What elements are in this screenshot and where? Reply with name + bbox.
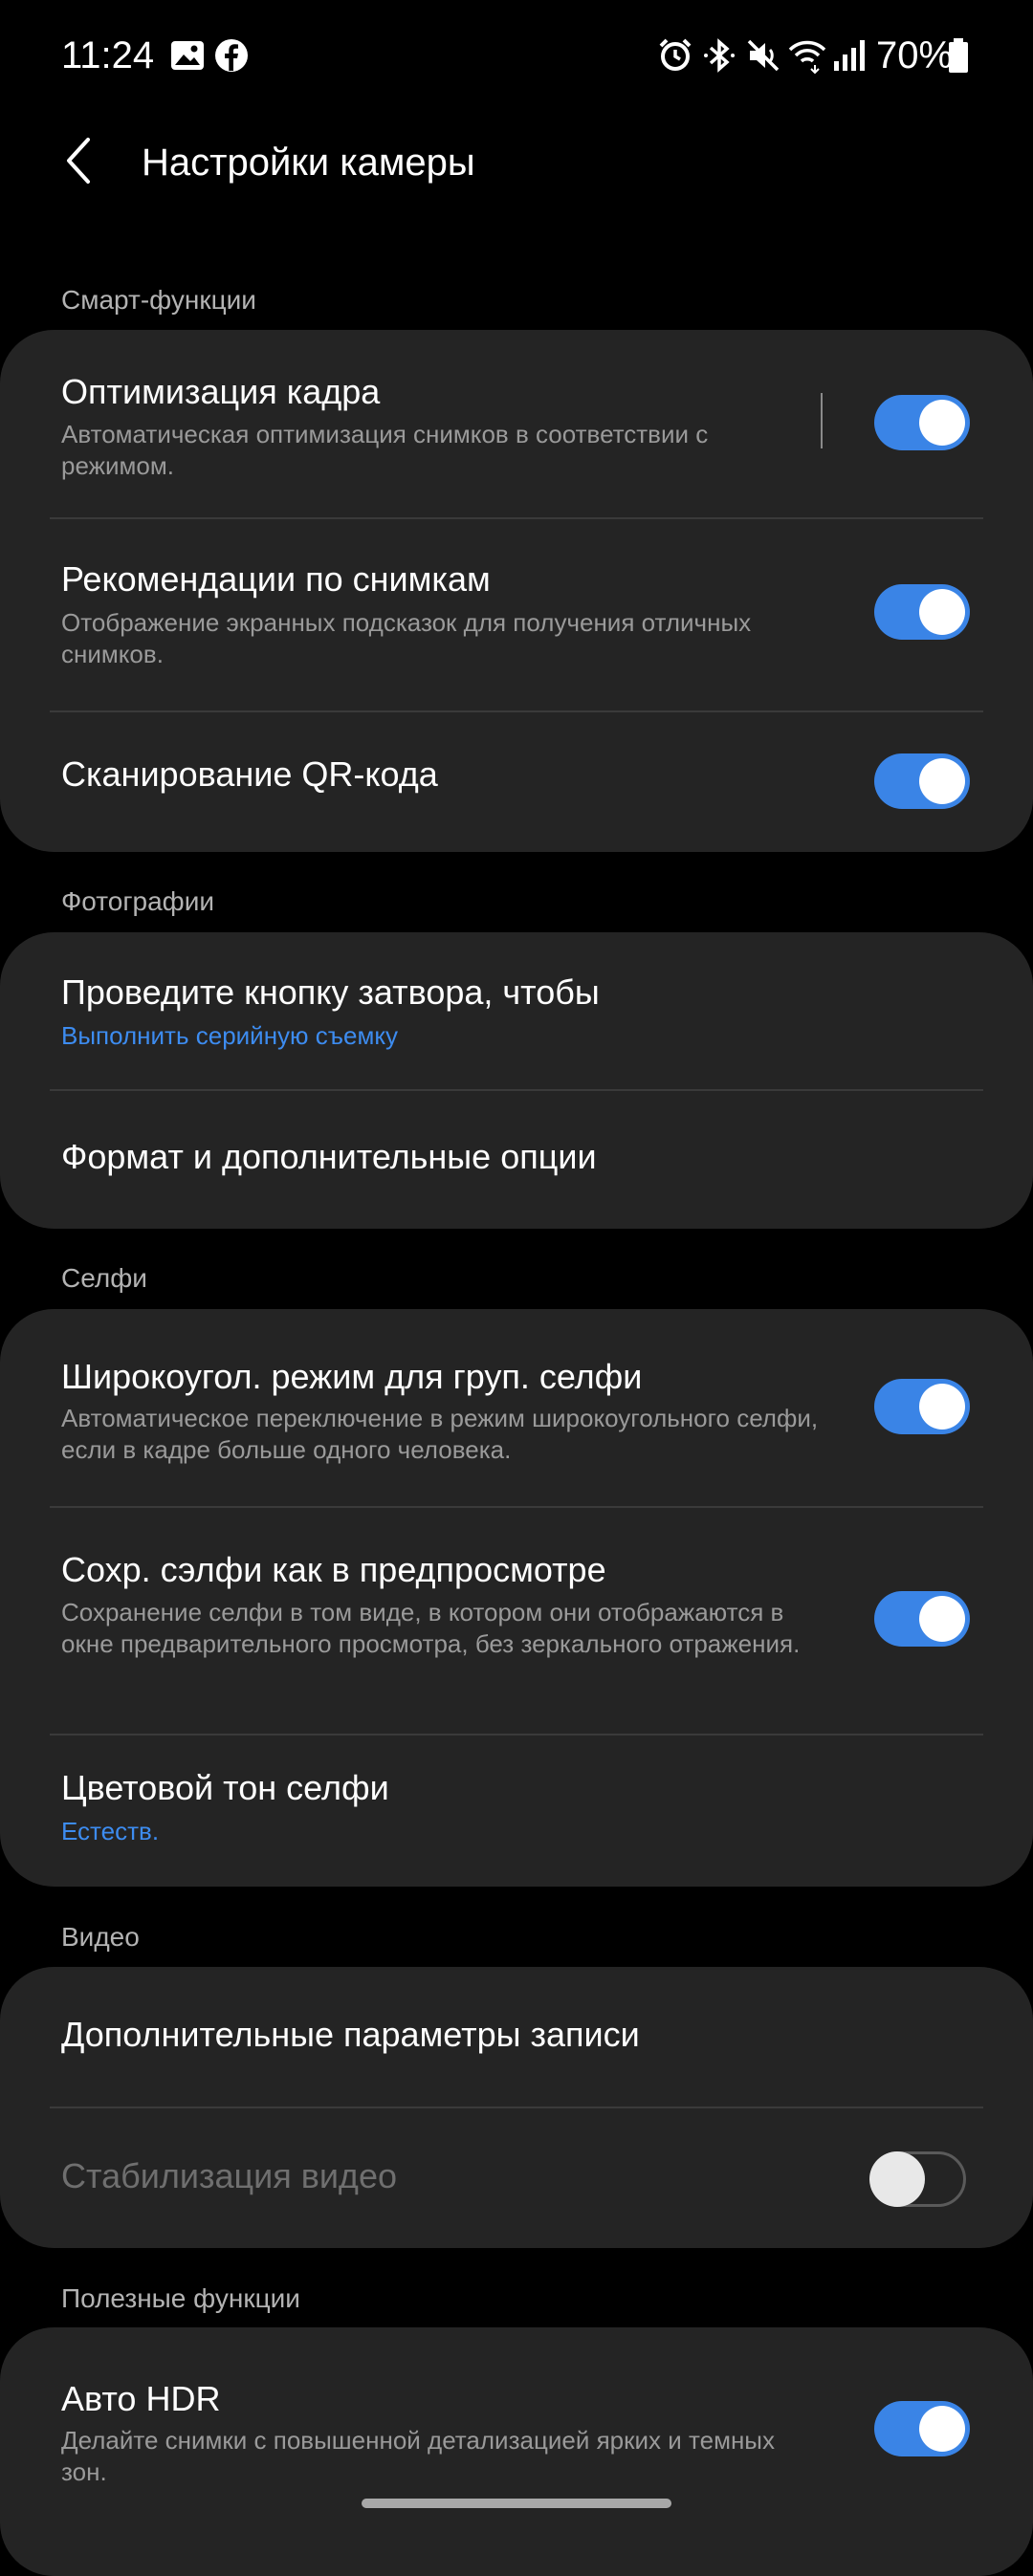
setting-title: Проведите кнопку затвора, чтобы <box>61 972 600 1012</box>
setting-selfie-tone[interactable]: Цветовой тон селфи Естеств. <box>0 1736 1033 1887</box>
section-label-selfie: Селфи <box>61 1263 147 1293</box>
setting-title: Формат и дополнительные опции <box>61 1137 597 1176</box>
signal-icon <box>834 40 865 71</box>
setting-subtitle: Отображение экранных подсказок для получ… <box>61 608 752 668</box>
setting-format-options[interactable]: Формат и дополнительные опции <box>0 1091 1033 1229</box>
setting-title: Цветовой тон селфи <box>61 1768 389 1807</box>
page-title: Настройки камеры <box>142 142 475 184</box>
save-as-preview-toggle[interactable] <box>874 1591 970 1647</box>
alarm-icon <box>659 38 692 71</box>
card-smart-features: Оптимизация кадра Автоматическая оптимиз… <box>0 330 1033 852</box>
video-stabilization-toggle[interactable] <box>869 2151 966 2207</box>
app-bar: Настройки камеры <box>0 124 1033 201</box>
card-photos: Проведите кнопку затвора, чтобы Выполнит… <box>0 932 1033 1229</box>
setting-subtitle: Сохранение селфи в том виде, в котором о… <box>61 1598 801 1658</box>
card-useful-features: Авто HDR Делайте снимки с повышенной дет… <box>0 2327 1033 2576</box>
qr-scan-toggle[interactable] <box>874 753 970 809</box>
section-label-photos: Фотографии <box>61 886 215 916</box>
setting-subtitle: Делайте снимки с повышенной детализацией… <box>61 2426 775 2486</box>
setting-shot-suggestions[interactable]: Рекомендации по снимкам Отображение экра… <box>0 519 1033 710</box>
setting-title: Стабилизация видео <box>61 2156 397 2195</box>
auto-hdr-toggle[interactable] <box>874 2401 970 2456</box>
setting-auto-hdr[interactable]: Авто HDR Делайте снимки с повышенной дет… <box>0 2327 1033 2524</box>
setting-scene-optimizer[interactable]: Оптимизация кадра Автоматическая оптимиз… <box>0 330 1033 517</box>
section-label-useful: Полезные функции <box>61 2283 300 2313</box>
setting-subtitle: Автоматическое переключение в режим широ… <box>61 1404 819 1464</box>
mute-icon <box>747 39 780 72</box>
setting-title: Дополнительные параметры записи <box>61 2015 640 2054</box>
setting-swipe-shutter[interactable]: Проведите кнопку затвора, чтобы Выполнит… <box>0 932 1033 1089</box>
shot-suggestions-toggle[interactable] <box>874 584 970 640</box>
setting-wide-angle-group-selfie[interactable]: Широкоугол. режим для груп. селфи Автома… <box>0 1309 1033 1506</box>
battery-percent: 70% <box>876 34 954 76</box>
home-indicator[interactable] <box>362 2499 671 2508</box>
status-time: 11:24 <box>61 34 155 76</box>
divider-vertical <box>821 393 823 448</box>
facebook-notification-icon <box>215 39 248 72</box>
setting-title: Сохр. сэлфи как в предпросмотре <box>61 1550 606 1589</box>
section-label-smart: Смарт-функции <box>61 285 256 315</box>
section-label-video: Видео <box>61 1922 140 1952</box>
card-selfie: Широкоугол. режим для груп. селфи Автома… <box>0 1309 1033 1887</box>
setting-title: Сканирование QR-кода <box>61 754 438 794</box>
setting-save-selfie-as-preview[interactable]: Сохр. сэлфи как в предпросмотре Сохранен… <box>0 1508 1033 1734</box>
gallery-notification-icon <box>171 41 204 70</box>
setting-title: Рекомендации по снимкам <box>61 559 491 599</box>
card-video: Дополнительные параметры записи Стабилиз… <box>0 1967 1033 2248</box>
back-arrow-icon[interactable] <box>55 132 113 189</box>
wide-angle-toggle[interactable] <box>874 1379 970 1434</box>
setting-title: Оптимизация кадра <box>61 372 381 411</box>
setting-advanced-recording[interactable]: Дополнительные параметры записи <box>0 1967 1033 2107</box>
scene-optimizer-toggle[interactable] <box>874 395 970 450</box>
battery-icon <box>949 38 968 73</box>
bluetooth-icon <box>704 38 735 73</box>
setting-qr-scan[interactable]: Сканирование QR-кода <box>0 712 1033 852</box>
setting-value: Естеств. <box>61 1817 160 1845</box>
setting-title: Авто HDR <box>61 2379 221 2418</box>
setting-value: Выполнить серийную съемку <box>61 1021 399 1050</box>
wifi-icon <box>788 40 826 75</box>
setting-video-stabilization[interactable]: Стабилизация видео <box>0 2108 1033 2248</box>
setting-subtitle: Автоматическая оптимизация снимков в соо… <box>61 420 709 480</box>
status-bar: 11:24 70% <box>0 0 1033 115</box>
setting-title: Широкоугол. режим для груп. селфи <box>61 1357 643 1396</box>
